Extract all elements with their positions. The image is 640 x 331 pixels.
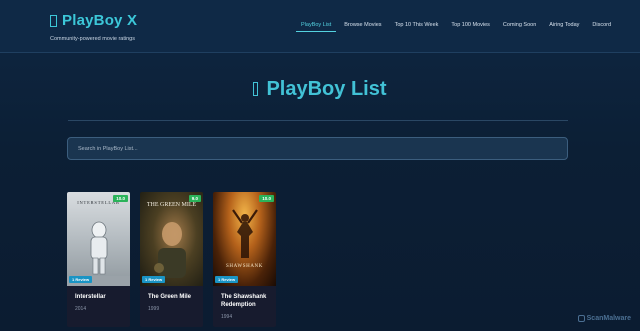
nav-item-top-100[interactable]: Top 100 Movies — [446, 19, 495, 31]
search-input[interactable] — [67, 137, 568, 160]
page: PlayBoy X Community-powered movie rating… — [0, 0, 640, 331]
reviews-badge: 1 Review — [69, 276, 93, 283]
brand-title[interactable]: PlayBoy X — [50, 12, 137, 29]
rain-figure-illustration — [232, 209, 258, 258]
movie-year: 2014 — [75, 306, 87, 312]
actor-illustration — [154, 222, 186, 278]
title-icon — [253, 82, 259, 96]
nav-item-top-10[interactable]: Top 10 This Week — [390, 19, 444, 31]
page-title: PlayBoy List — [0, 78, 640, 101]
nav-item-airing-today[interactable]: Airing Today — [544, 19, 584, 31]
main-nav: PlayBoy List Browse Movies Top 10 This W… — [296, 19, 619, 32]
watermark: ScanMalware — [577, 315, 631, 322]
nav-item-browse-movies[interactable]: Browse Movies — [339, 19, 386, 31]
divider — [68, 120, 568, 121]
brand-logo-icon — [50, 14, 57, 27]
movie-card-interstellar[interactable]: INTERSTELLAR 10.0 1 Review Interstellar … — [67, 192, 130, 327]
poster-title: SHAWSHANK — [226, 264, 263, 269]
movie-title[interactable]: Interstellar — [67, 286, 130, 301]
watermark-text: ScanMalware — [586, 315, 631, 322]
brand-subtitle: Community-powered movie ratings — [50, 36, 135, 42]
nav-item-coming-soon[interactable]: Coming Soon — [498, 19, 541, 31]
movie-title[interactable]: The Green Mile — [140, 286, 203, 301]
rating-badge: 10.0 — [259, 195, 274, 202]
astronaut-illustration — [67, 221, 130, 286]
nav-item-discord[interactable]: Discord — [587, 19, 616, 31]
reviews-badge: 1 Review — [142, 276, 166, 283]
movie-year: 1999 — [148, 306, 160, 312]
rating-badge: 9.0 — [188, 195, 201, 202]
movie-poster[interactable]: INTERSTELLAR 10.0 1 Review — [67, 192, 130, 286]
rating-badge: 10.0 — [113, 195, 128, 202]
brand[interactable]: PlayBoy X Community-powered movie rating… — [50, 12, 137, 42]
shield-icon — [577, 315, 585, 322]
movie-poster[interactable]: THE GREEN MILE 9.0 1 Review — [140, 192, 203, 286]
brand-title-text: PlayBoy X — [62, 12, 138, 29]
movie-poster[interactable]: SHAWSHANK 10.0 1 Review — [213, 192, 276, 286]
reviews-badge: 1 Review — [215, 276, 239, 283]
nav-item-playboy-list[interactable]: PlayBoy List — [296, 19, 337, 32]
movie-title[interactable]: The Shawshank Redemption — [213, 286, 276, 309]
movie-year: 1994 — [221, 314, 233, 320]
movie-card-the-green-mile[interactable]: THE GREEN MILE 9.0 1 Review The Green Mi… — [140, 192, 203, 327]
movie-card-the-shawshank-redemption[interactable]: SHAWSHANK 10.0 1 Review The Shawshank Re… — [213, 192, 276, 327]
page-title-text: PlayBoy List — [266, 78, 387, 100]
site-header: PlayBoy X Community-powered movie rating… — [0, 0, 640, 53]
